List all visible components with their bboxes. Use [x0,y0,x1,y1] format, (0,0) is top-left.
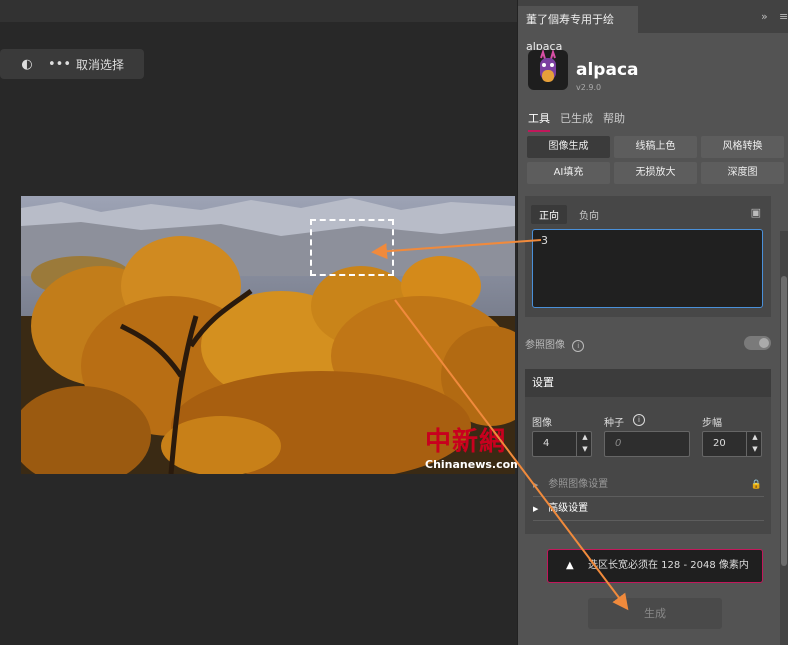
info-icon[interactable]: i [572,340,585,352]
advanced-settings-accordion[interactable]: ▶ 高级设置 [533,498,764,521]
alpaca-logo [528,48,568,90]
panel-tab-bar: 董了個寿专用于绘alpaca » ≡ [518,0,788,53]
prompt-mode-toggle: 正向 负向 [531,205,607,224]
negative-prompt-tab[interactable]: 负向 [571,205,607,224]
prompt-section: 正向 负向 ▣ 3 [525,196,771,317]
seed-info-icon[interactable]: i [633,414,645,426]
expand-triangle-icon: ▶ [533,505,539,513]
app-name: alpaca [576,60,639,80]
settings-section: 设置 图像 种子 i 步幅 4 ▲ ▼ 0 20 ▲ ▼ ▶ 参照图像设置 🔒 ▶ … [525,369,771,534]
scrollbar-thumb[interactable] [781,276,787,566]
warning-icon: ▲ [566,560,574,571]
generate-button[interactable]: 生成 [588,598,722,629]
prompt-input[interactable]: 3 [532,229,763,308]
selection-size-warning: ▲ 选区长宽必须在 128 - 2048 像素内 [547,549,763,583]
tool-style-transfer-button[interactable]: 风格转换 [701,136,784,158]
tab-help[interactable]: 帮助 [603,110,625,132]
tool-lineart-color-button[interactable]: 线稿上色 [614,136,697,158]
image-count-label: 图像 [532,418,552,429]
tool-depth-map-button[interactable]: 深度图 [701,162,784,184]
expand-triangle-icon: ▶ [533,481,539,489]
settings-title: 设置 [525,369,771,397]
advanced-settings-label: 高级设置 [548,503,589,514]
more-icon[interactable]: ••• [48,57,71,72]
collapse-icon[interactable]: » [761,10,768,23]
positive-prompt-tab[interactable]: 正向 [531,205,567,224]
steps-stepper[interactable]: ▲ ▼ [746,431,763,457]
reference-image-settings-accordion[interactable]: ▶ 参照图像设置 🔒 [533,474,764,497]
panel-scrollbar[interactable] [780,231,788,645]
watermark-english: Chinanews.com [425,458,522,471]
tab-generated[interactable]: 已生成 [560,110,593,132]
image-count-stepper[interactable]: ▲ ▼ [576,431,593,457]
app-version: v2.9.0 [576,83,602,92]
panel-tab-title[interactable]: 董了個寿专用于绘alpaca [518,6,638,53]
tool-lossless-upscale-button[interactable]: 无损放大 [614,162,697,184]
seed-input[interactable]: 0 [604,431,690,457]
package-icon[interactable]: ▣ [751,206,761,219]
reference-image-row: 参照图像 i [525,336,771,352]
warning-text: 选区长宽必须在 128 - 2048 像素内 [588,560,749,571]
reference-image-toggle[interactable] [744,336,771,350]
tool-grid: 图像生成 线稿上色 风格转换 AI填充 无损放大 深度图 [527,136,785,184]
lock-icon: 🔒 [750,480,762,490]
steps-label: 步幅 [702,418,722,429]
cancel-selection-button[interactable]: 取消选择 [76,56,124,73]
tool-ai-fill-button[interactable]: AI填充 [527,162,610,184]
reference-image-label: 参照图像 [525,340,565,351]
alpaca-plugin-panel: 董了個寿专用于绘alpaca » ≡ alpaca v2.9.0 工具 已生成 … [517,0,788,645]
seed-label: 种子 [604,418,624,429]
watermark-chinese: 中新網 [425,427,507,457]
menu-icon[interactable]: ≡ [779,10,788,23]
panel-tabs: 工具 已生成 帮助 [528,110,625,132]
reference-image-settings-label: 参照图像设置 [548,479,609,490]
selection-marquee[interactable] [310,219,394,276]
contrast-icon[interactable]: ◐ [16,57,38,72]
tab-tools[interactable]: 工具 [528,110,550,132]
top-toolbar [0,0,518,22]
tool-image-generation-button[interactable]: 图像生成 [527,136,610,158]
contextual-task-bar: ◐ ••• 取消选择 [0,49,144,79]
